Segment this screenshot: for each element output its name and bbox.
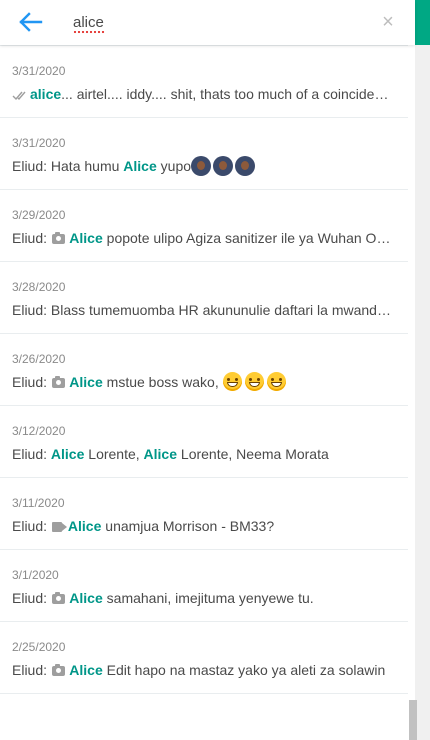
message-text: Eliud: bbox=[12, 446, 51, 462]
message-text: yupo bbox=[156, 158, 192, 174]
back-arrow-icon[interactable] bbox=[19, 11, 45, 33]
result-message: Eliud: Alice popote ulipo Agiza sanitize… bbox=[12, 228, 392, 248]
scrollbar-thumb[interactable] bbox=[409, 700, 417, 740]
match-highlight: Alice bbox=[65, 374, 103, 390]
result-message: Eliud: Alice mstue boss wako, bbox=[12, 372, 392, 392]
match-highlight: Alice bbox=[67, 518, 102, 534]
message-text: Lorente, Neema Morata bbox=[177, 446, 329, 462]
message-text: Eliud: bbox=[12, 662, 51, 678]
result-message: Eliud: Alice Lorente, Alice Lorente, Nee… bbox=[12, 444, 392, 464]
match-highlight: Alice bbox=[123, 158, 157, 174]
camera-icon bbox=[51, 232, 65, 244]
result-message: Eliud: Alice unamjua Morrison - BM33? bbox=[12, 516, 392, 536]
person-emoji-icon bbox=[235, 156, 256, 176]
message-text: unamjua Morrison - BM33? bbox=[101, 518, 275, 534]
result-date: 3/31/2020 bbox=[12, 136, 66, 150]
search-result-item[interactable]: 3/12/2020 Eliud: Alice Lorente, Alice Lor… bbox=[0, 406, 408, 478]
accent-strip bbox=[415, 0, 430, 45]
spellcheck-underline bbox=[73, 31, 105, 34]
double-check-icon bbox=[12, 86, 28, 104]
result-date: 2/25/2020 bbox=[12, 640, 66, 654]
message-text: Edit hapo na mastaz yako ya aleti za sol… bbox=[102, 662, 386, 678]
message-text: mstue boss wako, bbox=[102, 374, 223, 390]
grinning-face-icon bbox=[244, 372, 264, 391]
search-result-item[interactable]: 3/28/2020 Eliud: Blass tumemuomba HR akun… bbox=[0, 262, 408, 334]
grinning-face-icon bbox=[266, 372, 286, 391]
message-text: Eliud: bbox=[12, 230, 51, 246]
search-result-item[interactable]: 3/1/2020 Eliud: Alice samahani, imejituma… bbox=[0, 550, 408, 622]
message-text: Eliud: Blass tumemuomba HR akununulie da… bbox=[12, 302, 392, 318]
search-header: × bbox=[0, 0, 415, 45]
result-message: Eliud: Alice Edit hapo na mastaz yako ya… bbox=[12, 660, 392, 680]
result-date: 3/12/2020 bbox=[12, 424, 66, 438]
match-highlight: Alice bbox=[65, 590, 103, 606]
result-message: alice... airtel.... iddy.... shit, thats… bbox=[12, 84, 392, 104]
result-message: Eliud: Blass tumemuomba HR akununulie da… bbox=[12, 300, 392, 320]
search-result-item[interactable]: 2/25/2020 Eliud: Alice Edit hapo na masta… bbox=[0, 622, 408, 694]
match-highlight: Alice bbox=[50, 446, 85, 462]
camera-icon bbox=[51, 376, 65, 388]
message-text: Lorente, bbox=[84, 446, 144, 462]
search-result-item[interactable]: 3/31/2020 alice... airtel.... iddy.... sh… bbox=[0, 46, 408, 118]
row-divider bbox=[0, 693, 408, 694]
message-text: samahani, imejituma yenyewe tu. bbox=[102, 590, 314, 606]
message-text: popote ulipo Agiza sanitizer ile ya Wuha… bbox=[102, 230, 392, 246]
search-result-item[interactable]: 3/26/2020 Eliud: Alice mstue boss wako, bbox=[0, 334, 408, 406]
result-message: Eliud: Hata humu Alice yupo bbox=[12, 156, 392, 176]
message-text: Eliud: bbox=[12, 590, 51, 606]
message-text: Eliud: bbox=[12, 518, 51, 534]
message-text: Eliud: bbox=[12, 374, 51, 390]
grinning-face-icon bbox=[222, 372, 242, 391]
person-emoji-icon bbox=[191, 156, 212, 176]
camera-icon bbox=[51, 664, 65, 676]
result-date: 3/26/2020 bbox=[12, 352, 66, 366]
message-text: Eliud: Hata humu bbox=[12, 158, 124, 174]
result-date: 3/11/2020 bbox=[12, 496, 65, 510]
match-highlight: Alice bbox=[143, 446, 178, 462]
result-date: 3/31/2020 bbox=[12, 64, 66, 78]
scrollbar-track[interactable] bbox=[415, 45, 430, 740]
match-highlight: Alice bbox=[65, 662, 103, 678]
close-icon[interactable]: × bbox=[379, 12, 397, 32]
search-input[interactable] bbox=[70, 10, 366, 34]
result-date: 3/28/2020 bbox=[12, 280, 66, 294]
result-date: 3/29/2020 bbox=[12, 208, 66, 222]
video-icon bbox=[51, 522, 67, 532]
message-text: ... airtel.... iddy.... shit, thats too … bbox=[61, 86, 392, 102]
match-highlight: alice bbox=[30, 86, 62, 102]
search-result-item[interactable]: 3/11/2020 Eliud: Alice unamjua Morrison -… bbox=[0, 478, 408, 550]
result-message: Eliud: Alice samahani, imejituma yenyewe… bbox=[12, 588, 392, 608]
person-emoji-icon bbox=[213, 156, 234, 176]
match-highlight: Alice bbox=[65, 230, 103, 246]
search-result-item[interactable]: 3/31/2020 Eliud: Hata humu Alice yupo bbox=[0, 118, 408, 190]
result-date: 3/1/2020 bbox=[12, 568, 59, 582]
search-result-item[interactable]: 3/29/2020 Eliud: Alice popote ulipo Agiza… bbox=[0, 190, 408, 262]
camera-icon bbox=[51, 592, 65, 604]
